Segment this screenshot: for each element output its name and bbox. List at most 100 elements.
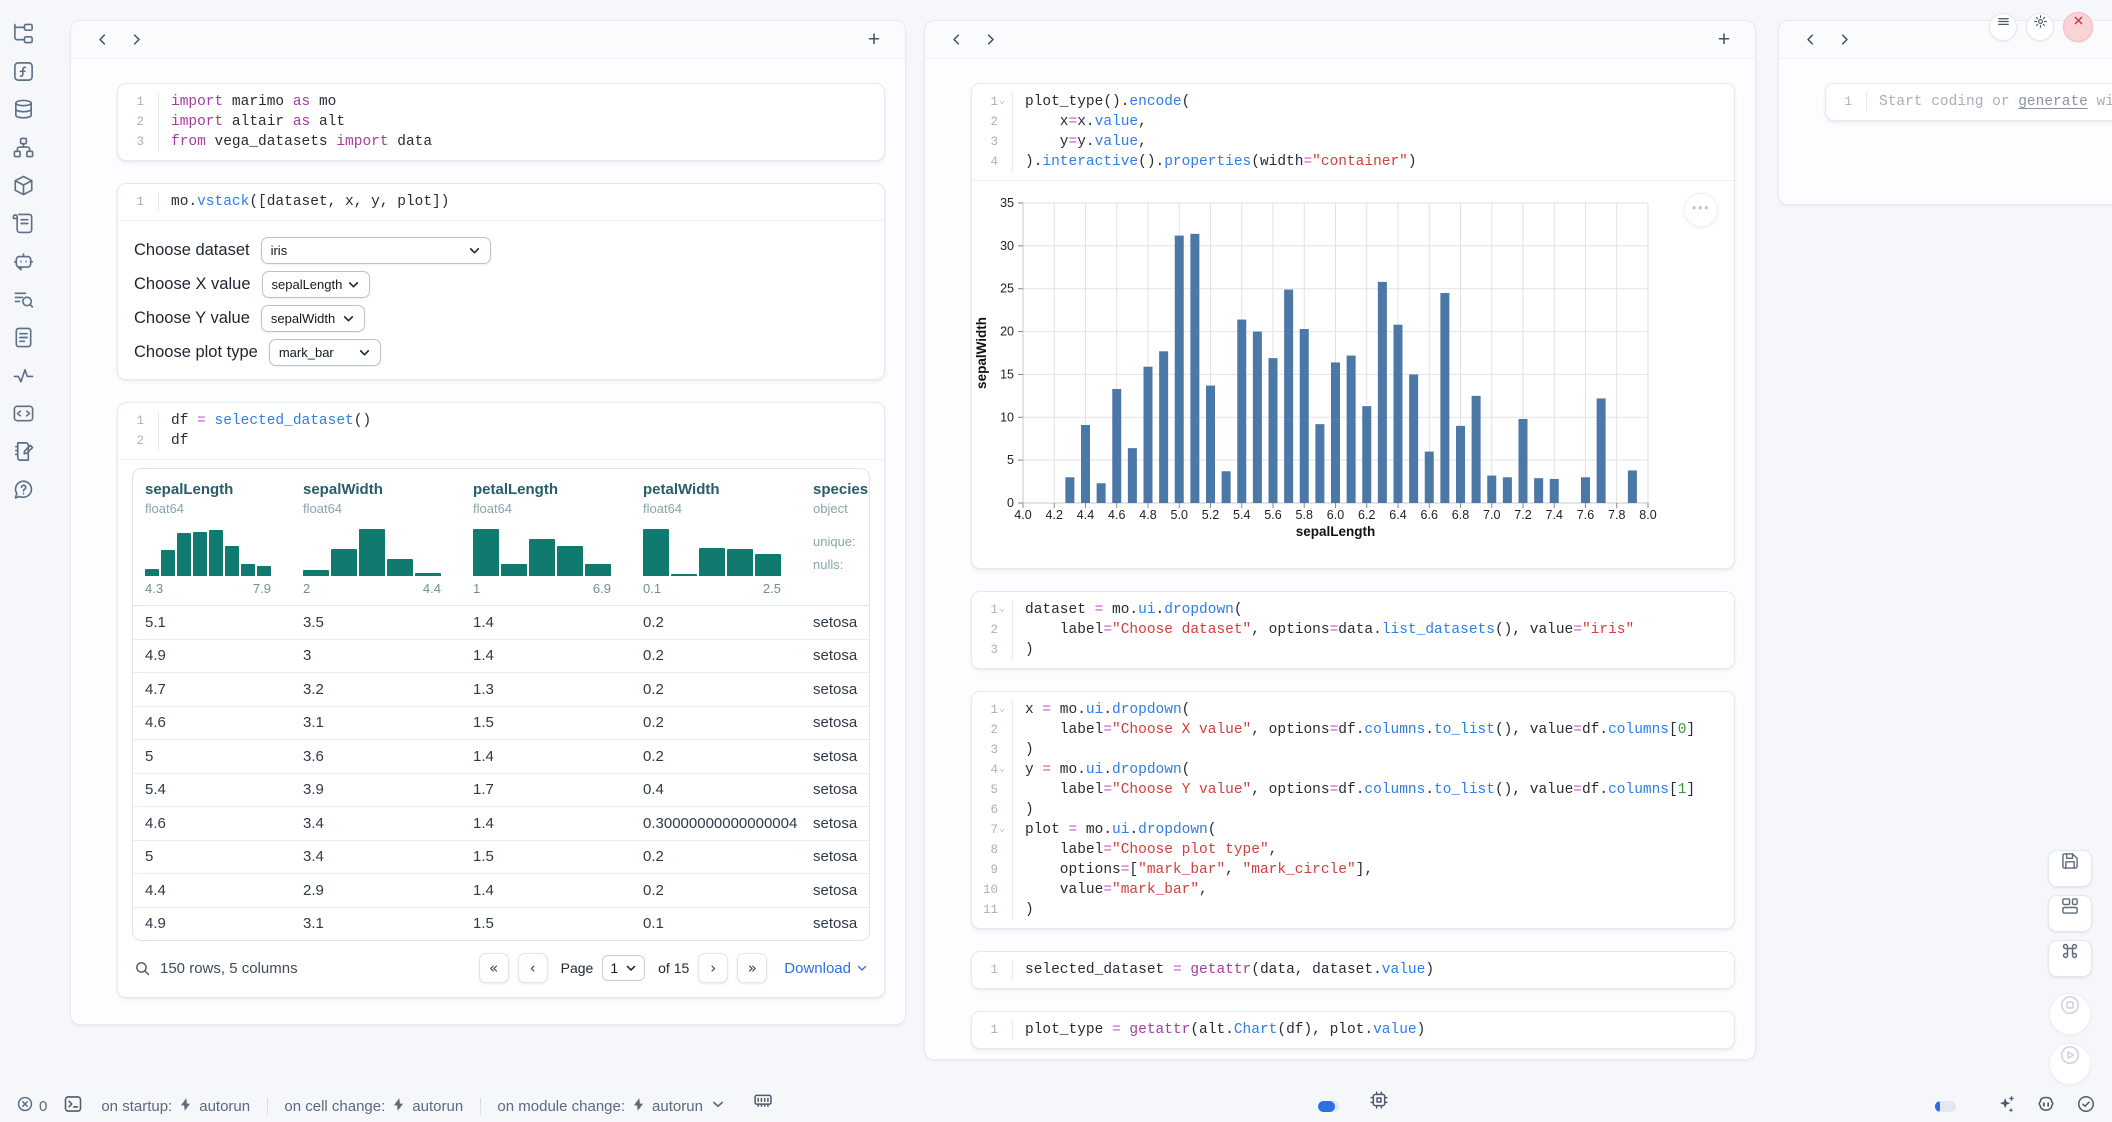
vstack-output: Choose datasetirisChoose X valuesepalLen… — [118, 220, 884, 379]
imports-code-editor[interactable]: 1⌄import marimo as mo2⌄import altair as … — [118, 84, 884, 160]
sidebar-item-documentation[interactable] — [11, 325, 35, 349]
table-row[interactable]: 4.63.11.50.2setosa — [133, 706, 869, 740]
on-startup-setting[interactable]: on startup:autorun — [101, 1097, 250, 1116]
dropdown-select-choose-y-value[interactable]: sepalWidth — [261, 305, 365, 332]
cell-imports: 1⌄import marimo as mo2⌄import altair as … — [117, 83, 885, 161]
layout-button[interactable] — [2048, 895, 2092, 932]
vstack-code-editor[interactable]: 1⌄mo.vstack([dataset, x, y, plot]) — [118, 184, 884, 220]
chevron-down-icon — [856, 962, 868, 974]
run-button[interactable] — [2049, 1043, 2091, 1085]
save-button[interactable] — [2048, 850, 2092, 887]
column-header-sepalWidth[interactable]: sepalWidthfloat6424.4 — [291, 469, 461, 605]
add-cell-button[interactable]: + — [1711, 27, 1737, 53]
hamburger-icon — [1990, 14, 2016, 40]
add-cell-button[interactable]: + — [861, 27, 887, 53]
svg-text:6.2: 6.2 — [1358, 508, 1375, 522]
table-cell: 3.6 — [291, 748, 461, 765]
table-cell: 5.1 — [133, 614, 291, 631]
table-cell: 3.2 — [291, 681, 461, 698]
sidebar-item-logs[interactable] — [11, 211, 35, 235]
table-row[interactable]: 4.42.91.40.2setosa — [133, 873, 869, 907]
column-left-button[interactable] — [1797, 27, 1823, 53]
plot-type-code-editor[interactable]: 1⌄plot_type = getattr(alt.Chart(df), plo… — [972, 1012, 1734, 1048]
file-tree-icon — [12, 22, 35, 45]
cpu-usage-bar — [1935, 1101, 1956, 1112]
datasources-icon — [12, 98, 35, 121]
table-row[interactable]: 53.61.40.2setosa — [133, 739, 869, 773]
column-header-species[interactable]: speciesobjectunique:nulls: — [801, 469, 869, 605]
table-row[interactable]: 4.931.40.2setosa — [133, 639, 869, 673]
errors-indicator[interactable]: 0 — [16, 1095, 47, 1117]
cpu-icon — [1369, 1090, 1918, 1122]
sidebar-item-notes[interactable] — [11, 439, 35, 463]
prev-page-button[interactable]: ‹ — [518, 953, 548, 983]
dropdown-select-choose-plot-type[interactable]: mark_bar — [269, 339, 381, 366]
copilot-button[interactable] — [2036, 1094, 2056, 1118]
column-header-petalLength[interactable]: petalLengthfloat6416.9 — [461, 469, 631, 605]
sidebar-item-snippets[interactable] — [11, 401, 35, 425]
svg-text:6.6: 6.6 — [1421, 508, 1438, 522]
sidebar-item-dependency-graph[interactable] — [11, 135, 35, 159]
next-page-button[interactable]: › — [698, 953, 728, 983]
settings-button[interactable] — [2026, 13, 2054, 41]
column-right-button[interactable] — [1831, 27, 1857, 53]
generate-link[interactable]: generate — [2018, 94, 2088, 110]
ai-sparkles-button[interactable] — [1996, 1094, 2016, 1118]
table-row[interactable]: 4.93.11.50.1setosa — [133, 907, 869, 941]
dropdown-select-choose-x-value[interactable]: sepalLength — [262, 271, 370, 298]
table-row[interactable]: 5.43.91.70.4setosa — [133, 773, 869, 807]
chart-output: 4.04.24.44.64.85.05.25.45.65.86.06.26.46… — [972, 180, 1734, 568]
column-right-button[interactable] — [123, 27, 149, 53]
table-row[interactable]: 4.73.21.30.2setosa — [133, 672, 869, 706]
plot-code-editor[interactable]: 1⌄plot_type().encode(2⌄ x=x.value,3⌄ y=y… — [972, 84, 1734, 180]
xyplot-code-editor[interactable]: 1⌄x = mo.ui.dropdown(2⌄ label="Choose X … — [972, 692, 1734, 928]
chart-menu-button[interactable]: ••• — [1684, 193, 1718, 227]
dropdown-label: Choose plot type — [134, 343, 258, 362]
column-header-petalWidth[interactable]: petalWidthfloat640.12.5 — [631, 469, 801, 605]
column-left-button[interactable] — [89, 27, 115, 53]
table-row[interactable]: 4.63.41.40.30000000000000004setosa — [133, 806, 869, 840]
on-cell-change-setting[interactable]: on cell change:autorun — [284, 1097, 463, 1116]
cell-plot-encode: 1⌄plot_type().encode(2⌄ x=x.value,3⌄ y=y… — [971, 83, 1735, 569]
column-left-button[interactable] — [943, 27, 969, 53]
table-body: 5.13.51.40.2setosa4.931.40.2setosa4.73.2… — [133, 605, 869, 940]
column-right-button[interactable] — [977, 27, 1003, 53]
sidebar-item-ai-chat[interactable] — [11, 249, 35, 273]
page-select[interactable]: 1 — [602, 955, 645, 981]
keyboard-shortcuts-button[interactable] — [2048, 940, 2092, 977]
connection-status-button[interactable] — [2076, 1094, 2096, 1118]
sidebar-item-packages[interactable] — [11, 173, 35, 197]
table-cell: 3.9 — [291, 781, 461, 798]
table-row[interactable]: 53.41.50.2setosa — [133, 840, 869, 874]
dropdown-select-choose-dataset[interactable]: iris — [261, 237, 491, 264]
df-code-editor[interactable]: 1⌄df = selected_dataset()2⌄df — [118, 403, 884, 459]
table-cell: 2.9 — [291, 882, 461, 899]
svg-text:7.0: 7.0 — [1483, 508, 1500, 522]
stop-button[interactable] — [2049, 993, 2091, 1035]
dataset-code-editor[interactable]: 1⌄dataset = mo.ui.dropdown(2⌄ label="Cho… — [972, 592, 1734, 668]
on-module-change-setting[interactable]: on module change:autorun — [497, 1095, 726, 1117]
selected-dataset-code-editor[interactable]: 1⌄selected_dataset = getattr(data, datas… — [972, 952, 1734, 988]
empty-code-editor[interactable]: 1⌄ Start coding or generate with AI — [1826, 84, 2112, 120]
table-row[interactable]: 5.13.51.40.2setosa — [133, 605, 869, 639]
table-cell: 4.4 — [133, 882, 291, 899]
close-icon — [2064, 13, 2092, 41]
terminal-button[interactable] — [63, 1094, 83, 1118]
sidebar-item-file-tree[interactable] — [11, 21, 35, 45]
search-icon[interactable] — [134, 960, 151, 977]
sidebar-item-datasources[interactable] — [11, 97, 35, 121]
download-button[interactable]: Download — [784, 960, 868, 977]
sidebar-item-scratchpad[interactable] — [11, 287, 35, 311]
page-label: Page — [561, 960, 594, 976]
first-page-button[interactable]: « — [479, 953, 509, 983]
sidebar-item-help[interactable] — [11, 477, 35, 501]
altair-bar-chart[interactable]: 4.04.24.44.64.85.05.25.45.65.86.06.26.46… — [972, 187, 1709, 555]
sidebar-item-functions[interactable] — [11, 59, 35, 83]
cell-xyplot-dropdowns: 1⌄x = mo.ui.dropdown(2⌄ label="Choose X … — [971, 691, 1735, 929]
column-header-sepalLength[interactable]: sepalLengthfloat644.37.9 — [133, 469, 291, 605]
menu-button[interactable] — [1989, 13, 2017, 41]
sidebar-item-tracing[interactable] — [11, 363, 35, 387]
svg-text:7.2: 7.2 — [1514, 508, 1531, 522]
last-page-button[interactable]: » — [737, 953, 767, 983]
shutdown-button[interactable] — [2063, 12, 2093, 42]
